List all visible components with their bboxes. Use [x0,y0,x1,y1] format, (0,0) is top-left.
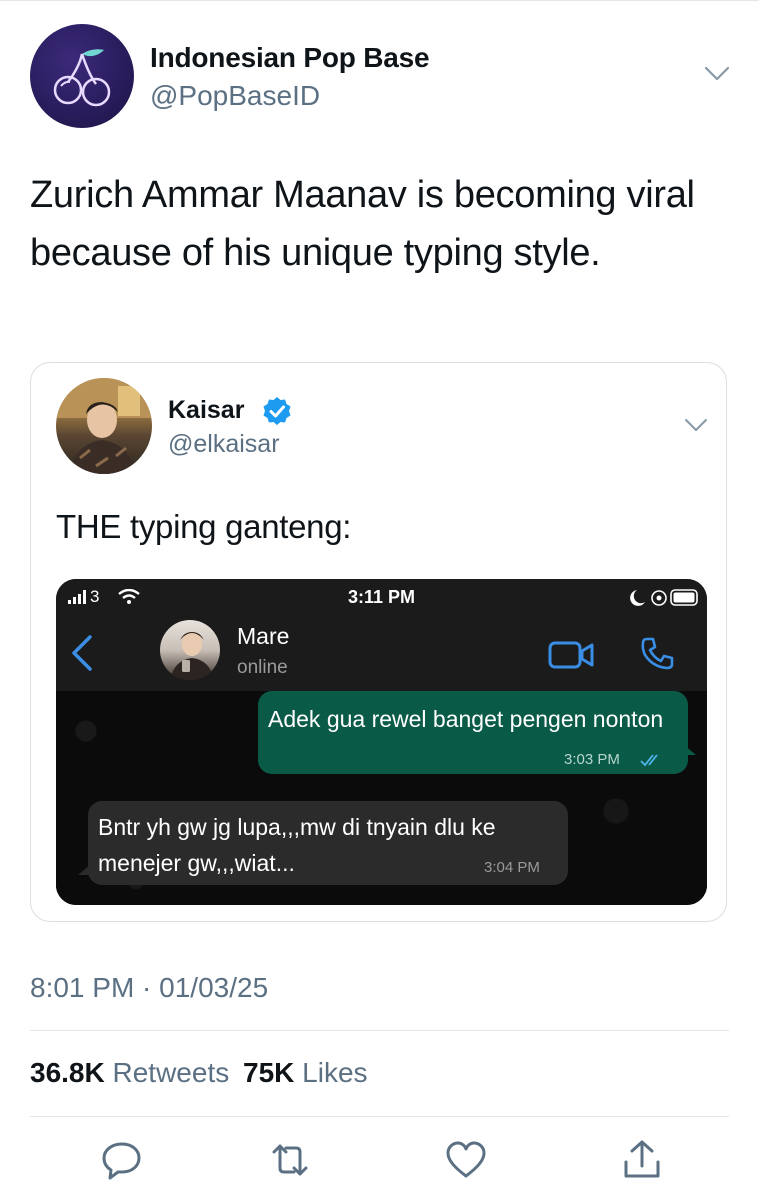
contact-name[interactable]: Mare [237,623,289,650]
divider [30,1030,729,1031]
top-divider [0,0,759,1]
author-handle[interactable]: @PopBaseID [150,80,320,112]
cherry-logo-icon [53,49,111,107]
share-icon[interactable] [620,1138,664,1182]
read-ticks-icon [640,754,658,767]
quoted-tweet-text: THE typing ganteng: [56,508,352,545]
contact-status: online [237,657,288,678]
divider [30,1116,729,1117]
phone-call-icon[interactable] [639,635,675,671]
tweet-text: Zurich Ammar Maanav is becoming viral be… [30,174,695,274]
chevron-down-icon[interactable] [704,66,730,82]
outgoing-message-time: 3:03 PM [564,751,620,768]
reply-icon[interactable] [100,1138,144,1182]
chat-screenshot[interactable]: 3 3:11 PM Mare online Adek gua rewel ban… [56,579,707,905]
back-chevron-icon[interactable] [68,633,98,673]
outgoing-message-text: Adek gua rewel banget pengen nonton [268,706,664,732]
person-photo-icon [56,378,152,474]
status-time: 3:11 PM [347,587,416,607]
contact-avatar[interactable] [160,620,220,680]
outgoing-bubble-tail [684,745,696,755]
incoming-message-time: 3:04 PM [484,859,540,876]
retweet-label[interactable]: Retweets [113,1057,230,1088]
verified-badge-icon [263,397,291,425]
quoted-author-avatar[interactable] [56,378,152,474]
person-photo-icon [170,632,214,680]
author-name[interactable]: Indonesian Pop Base [150,42,430,74]
chevron-down-icon[interactable] [684,418,708,433]
retweet-icon[interactable] [268,1138,312,1182]
author-avatar[interactable] [30,24,134,128]
retweet-count[interactable]: 36.8K [30,1057,105,1088]
engagement-stats: 36.8K Retweets 75K Likes [30,1057,368,1089]
quoted-author-name[interactable]: Kaisar [168,396,244,425]
quoted-author-handle[interactable]: @elkaisar [168,430,280,459]
like-icon[interactable] [444,1138,488,1182]
incoming-bubble-tail [78,865,90,875]
like-count[interactable]: 75K [243,1057,294,1088]
tweet-timestamp[interactable]: 8:01 PM · 01/03/25 [30,972,268,1004]
video-call-icon[interactable] [548,639,596,671]
battery-icon [630,589,698,606]
like-label[interactable]: Likes [302,1057,367,1088]
